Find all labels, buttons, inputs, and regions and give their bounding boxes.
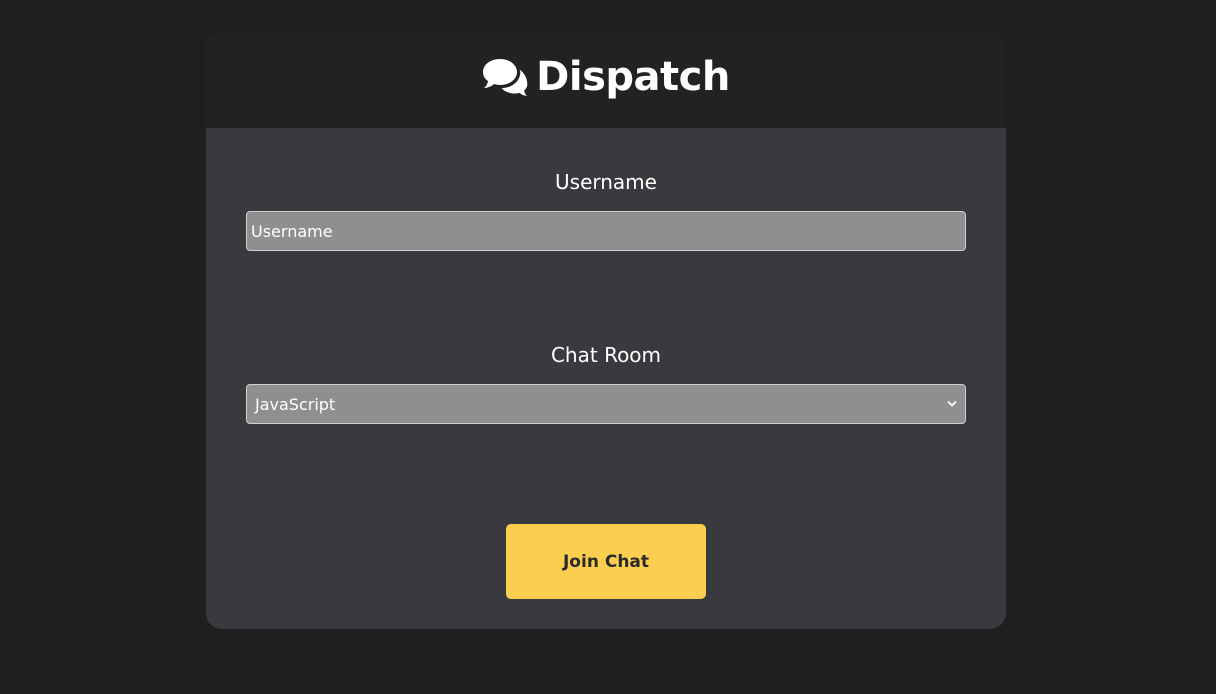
app-title: Dispatch (536, 54, 730, 100)
chat-room-select[interactable]: JavaScript (246, 384, 966, 424)
chevron-down-icon (947, 401, 957, 407)
username-label: Username (555, 170, 657, 194)
join-chat-button[interactable]: Join Chat (506, 524, 706, 599)
comments-icon (483, 59, 528, 96)
join-chat-card: Dispatch Username Chat Room JavaScript J… (206, 32, 1006, 629)
brand-logo: Dispatch (482, 57, 730, 97)
card-header: Dispatch (206, 32, 1006, 128)
chat-room-selected-value: JavaScript (255, 394, 336, 414)
username-input[interactable] (246, 211, 966, 251)
join-form: Username Chat Room JavaScript Join Chat (206, 128, 1006, 629)
chat-room-label: Chat Room (550, 343, 662, 367)
